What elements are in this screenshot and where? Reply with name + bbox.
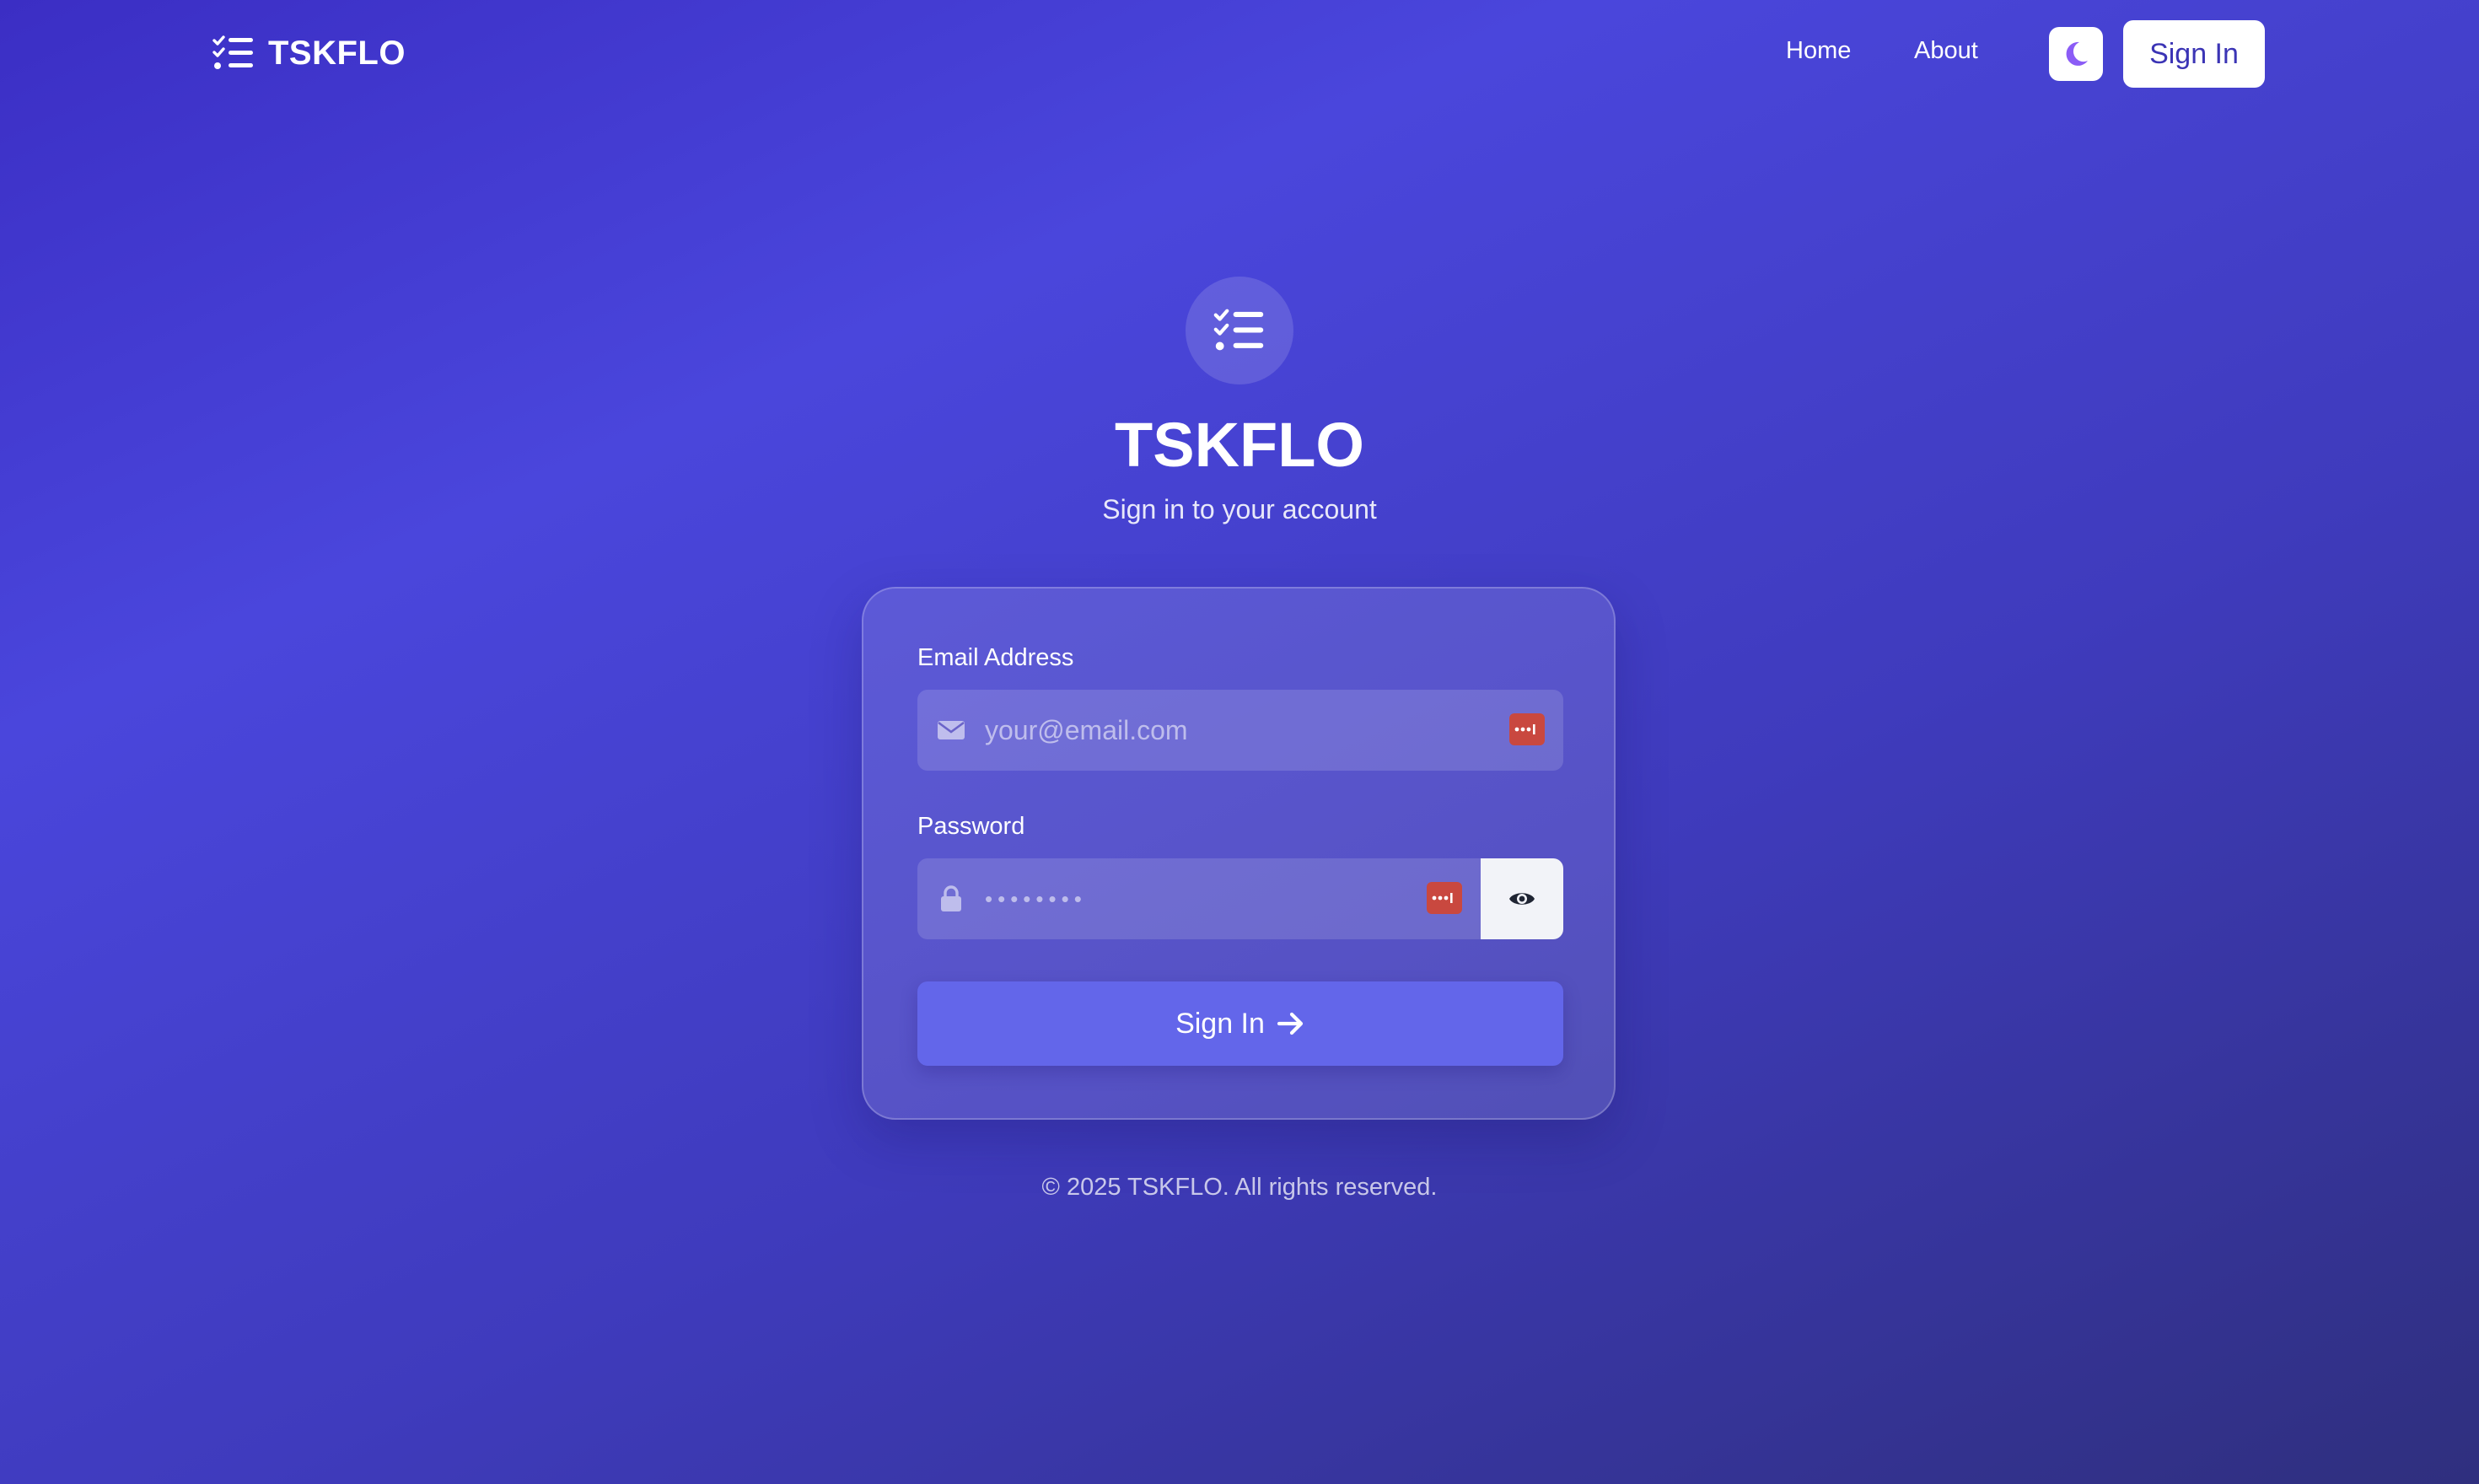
- nav-sign-in-button[interactable]: Sign In: [2123, 20, 2265, 88]
- task-list-icon: [212, 35, 253, 69]
- top-navbar: TSKFLO Home About Sign In: [0, 0, 2479, 106]
- sign-in-card: Email Address your@email.com Password ••…: [862, 587, 1616, 1120]
- password-manager-icon[interactable]: [1509, 713, 1545, 745]
- lock-icon: [941, 885, 961, 911]
- email-label: Email Address: [917, 644, 1074, 671]
- submit-label: Sign In: [1175, 1007, 1265, 1040]
- task-list-icon: [1213, 309, 1264, 351]
- page-subtitle: Sign in to your account: [1102, 494, 1377, 524]
- brand-name: TSKFLO: [268, 34, 406, 72]
- password-placeholder: ••••••••: [985, 886, 1087, 911]
- nav-link-home[interactable]: Home: [1786, 37, 1851, 65]
- hero-logo-badge: [1186, 277, 1293, 384]
- nav-link-about[interactable]: About: [1914, 37, 1978, 65]
- theme-toggle-button[interactable]: [2049, 27, 2103, 81]
- footer-copyright: © 2025 TSKFLO. All rights reserved.: [1041, 1174, 1438, 1201]
- password-manager-icon[interactable]: [1427, 882, 1462, 914]
- moon-icon: [2066, 41, 2088, 66]
- password-label: Password: [917, 813, 1025, 840]
- email-placeholder: your@email.com: [985, 715, 1188, 745]
- sign-in-submit-button[interactable]: Sign In: [917, 981, 1563, 1066]
- page-title: TSKFLO: [1115, 410, 1364, 480]
- email-field[interactable]: your@email.com: [917, 690, 1563, 771]
- password-field[interactable]: ••••••••: [917, 858, 1481, 939]
- arrow-right-icon: [1277, 1012, 1304, 1035]
- envelope-icon: [938, 721, 965, 739]
- brand-logo[interactable]: TSKFLO: [212, 30, 406, 76]
- eye-icon: [1509, 893, 1535, 905]
- show-password-button[interactable]: [1481, 858, 1563, 939]
